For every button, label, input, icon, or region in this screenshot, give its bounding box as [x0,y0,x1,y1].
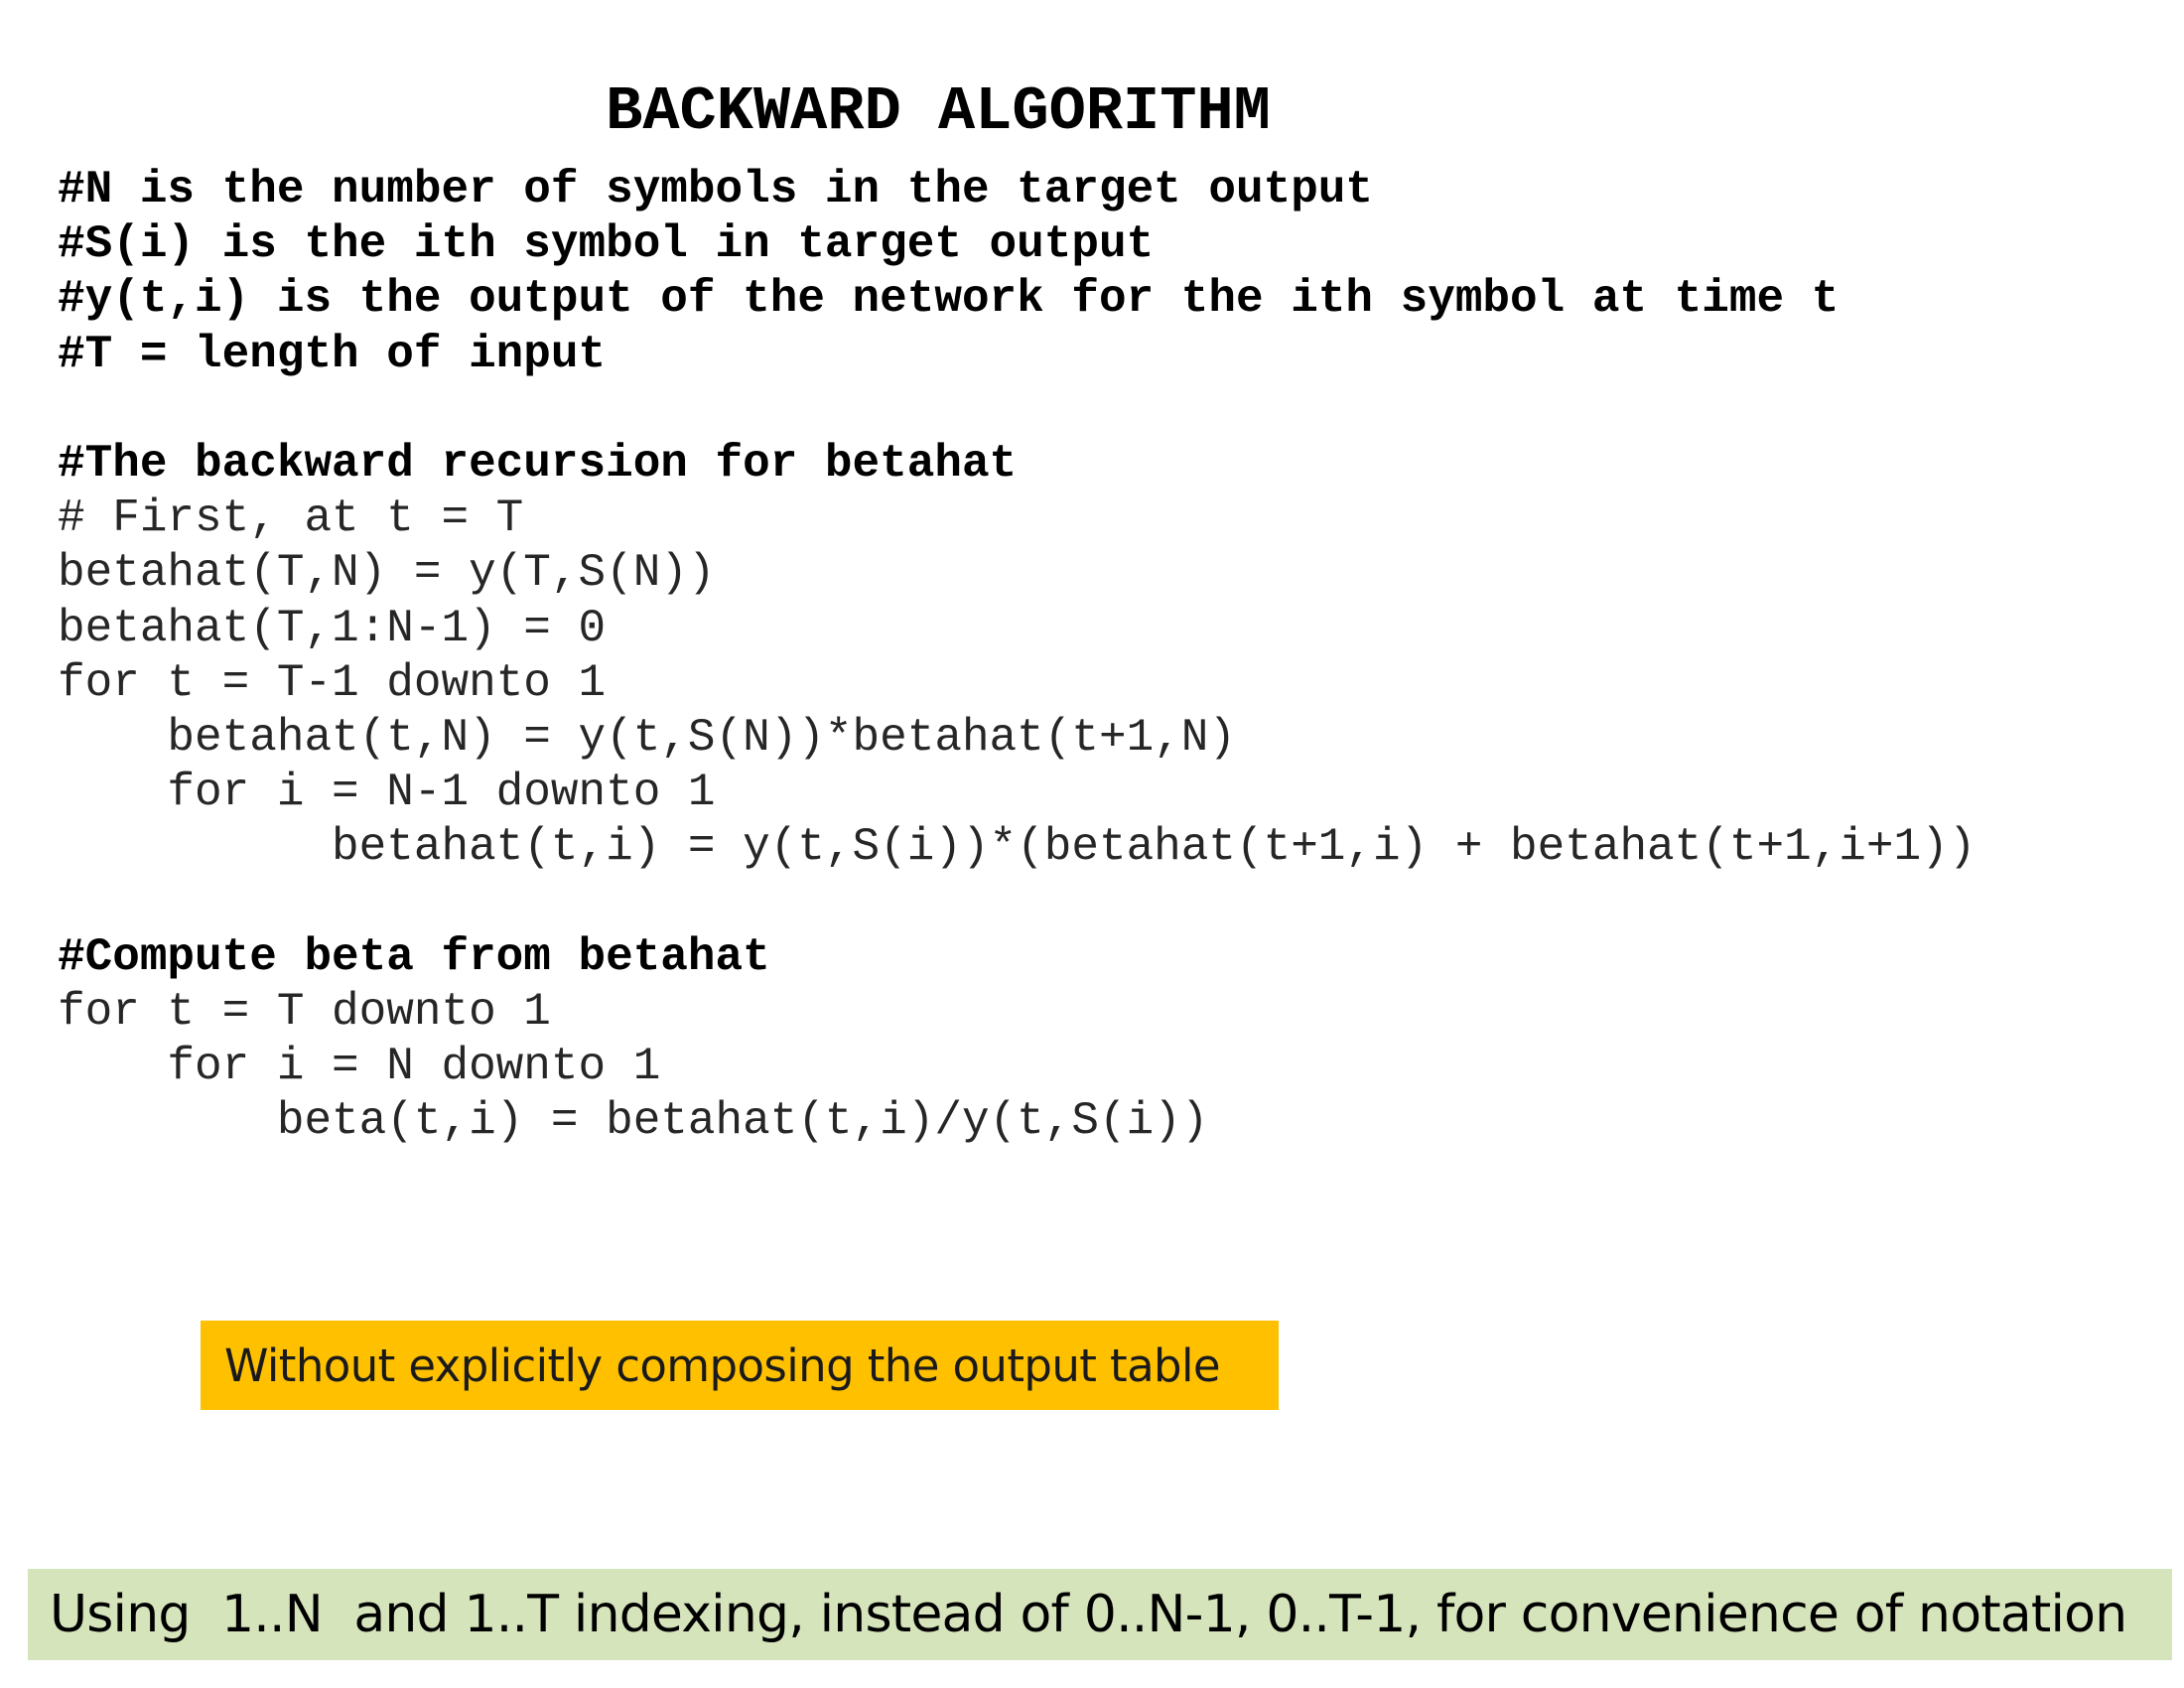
code-line: for i = N downto 1 [58,1041,661,1092]
code-line: #The backward recursion for betahat [58,437,1018,490]
code-line: #y(t,i) is the output of the network for… [58,273,1840,326]
code-line: #N is the number of symbols in the targe… [58,164,1374,215]
code-line: #Compute beta from betahat [58,930,770,983]
code-line: #S(i) is the ith symbol in target output [58,218,1155,271]
code-line: # First, at t = T [58,492,524,545]
code-line: #T = length of input [58,328,607,380]
code-line: betahat(t,N) = y(t,S(N))*betahat(t+1,N) [58,711,1236,764]
code-line: betahat(T,1:N-1) = 0 [58,602,607,654]
callout-note: Without explicitly composing the output … [201,1321,1279,1410]
code-line: for t = T downto 1 [58,985,551,1038]
code-line: for t = T-1 downto 1 [58,656,607,709]
code-line: for i = N-1 downto 1 [58,767,716,819]
code-line: beta(t,i) = betahat(t,i)/y(t,S(i)) [58,1095,1209,1148]
pseudocode-block: #N is the number of symbols in the targe… [58,163,1976,1149]
code-line: betahat(T,N) = y(T,S(N)) [58,547,716,600]
slide-title: BACKWARD ALGORITHM [606,76,1271,147]
footer-note: Using 1..N and 1..T indexing, instead of… [28,1569,2172,1660]
code-line: betahat(t,i) = y(t,S(i))*(betahat(t+1,i)… [58,821,1977,874]
